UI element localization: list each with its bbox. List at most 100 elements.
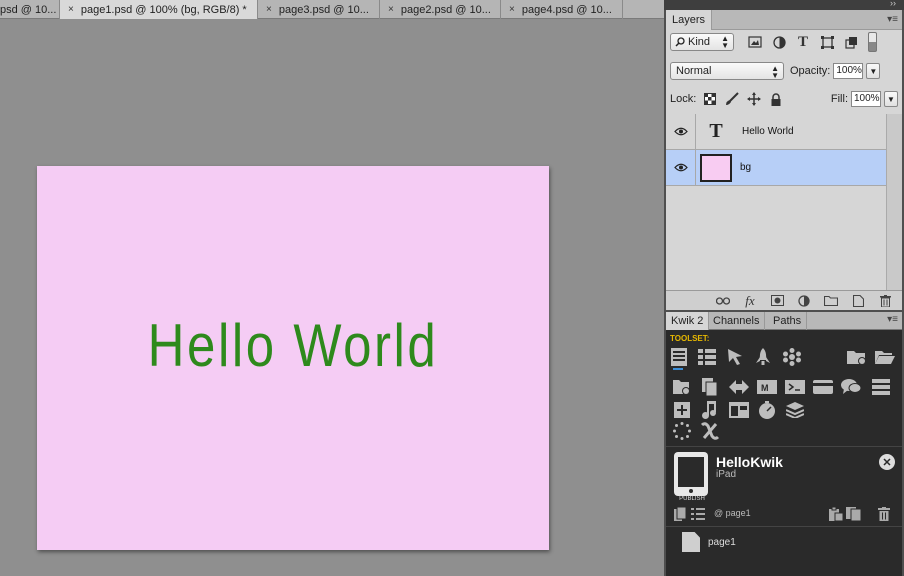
image-filter-icon[interactable] [746,33,764,51]
blend-row: Normal ▲ ▼ Opacity: 100% ▼ [670,62,898,80]
tab-kwik-2[interactable]: Kwik 2 [666,312,710,330]
loading-dots-icon[interactable] [671,420,693,442]
project-block: PUBLISH HelloKwik iPad ✕ [666,448,902,504]
folder-clock-icon[interactable] [846,346,868,368]
collapse-dock-icon[interactable]: ›› [890,0,896,8]
tab-channels[interactable]: Channels [708,312,766,330]
music-icon[interactable] [699,399,721,421]
publish-label[interactable]: PUBLISH [674,496,710,502]
physics-toolset-icon[interactable] [781,346,803,368]
ipad-icon[interactable] [674,452,708,496]
artboard[interactable]: Hello World [37,166,549,550]
close-tab-icon[interactable]: × [266,4,272,15]
page-list-item[interactable]: page1 [682,532,736,552]
eye-icon[interactable] [666,113,696,150]
database-icon[interactable] [870,376,892,398]
video-icon[interactable]: M [756,376,778,398]
web-view-icon[interactable] [728,399,750,421]
layer-row-bg[interactable]: bg [666,149,886,186]
chevron-updown-icon: ▲ ▼ [771,64,779,80]
doc-tab-page1[interactable]: × page1.psd @ 100% (bg, RGB/8) * [60,0,258,19]
close-tab-icon[interactable]: × [509,4,515,15]
doc-tab-page4[interactable]: × page4.psd @ 10... [501,0,623,19]
new-layer-icon[interactable] [849,293,867,309]
text-layer-thumbnail-icon: T [709,120,723,142]
layers-stack-icon[interactable] [784,399,806,421]
page-toolset-icon[interactable] [668,346,690,368]
filter-kind-label: Kind [688,36,711,48]
folder-open-icon[interactable] [874,346,896,368]
chat-bubbles-icon[interactable] [840,376,862,398]
project-name: HelloKwik [716,454,783,470]
variable-x-icon[interactable] [699,420,721,442]
layers-panel-tabs: Layers ▾≡ [666,10,902,30]
kwik-divider [666,446,902,447]
kwik-page-list: page1 [666,528,902,576]
doc-tab-page3[interactable]: × page3.psd @ 10... [258,0,380,19]
hello-world-text-layer[interactable]: Hello World [75,311,510,380]
ipad-home-button [689,489,693,493]
page-list-view-icon[interactable] [690,506,706,522]
layer-filter-row: Kind ▲ ▼ T [670,32,898,52]
fill-label: Fill: [830,93,848,105]
terminal-icon[interactable] [784,376,806,398]
add-mask-icon[interactable] [768,293,786,309]
doc-tab-page2[interactable]: × page2.psd @ 10... [380,0,501,19]
pointer-toolset-icon[interactable] [724,346,746,368]
shape-filter-icon[interactable] [818,33,836,51]
close-project-icon[interactable]: ✕ [879,454,895,470]
page-thumbnail-view-icon[interactable] [672,506,688,522]
page-clock-icon[interactable] [671,376,693,398]
opacity-dropdown-button[interactable]: ▼ [866,63,881,79]
opacity-label: Opacity: [790,65,831,77]
close-tab-icon[interactable]: × [68,4,74,15]
doc-tab-0[interactable]: psd @ 10... [0,0,60,19]
timer-icon[interactable] [756,399,778,421]
document-copy-icon[interactable] [699,376,721,398]
rocket-toolset-icon[interactable] [752,346,774,368]
code-icon[interactable] [728,376,750,398]
delete-layer-icon[interactable] [876,293,894,309]
kwik-panel: Kwik 2 Channels Paths ▾≡ TOOLSET: M PUBL… [666,312,902,576]
type-filter-icon[interactable]: T [794,33,812,51]
lock-image-pixels-icon[interactable] [724,91,740,107]
toolset-label: TOOLSET: [670,334,710,343]
smart-object-filter-icon[interactable] [842,33,860,51]
link-layers-icon[interactable] [714,293,732,309]
fill-input[interactable]: 100% [851,91,881,107]
lock-position-icon[interactable] [746,91,762,107]
page-toolbar: @ page1 [666,506,902,524]
blend-mode-select[interactable]: Normal ▲ ▼ [670,62,784,80]
add-page-icon[interactable] [671,399,693,421]
fx-icon[interactable]: fx [741,293,759,309]
tab-layers[interactable]: Layers [666,10,713,30]
lock-all-icon[interactable] [768,91,784,107]
delete-page-icon[interactable] [876,506,892,522]
grid-toolset-icon[interactable] [696,346,718,368]
close-tab-icon[interactable]: × [388,4,394,15]
paste-page-icon[interactable] [828,506,844,522]
canvas-area[interactable]: Hello World [0,19,664,576]
lock-transparent-pixels-icon[interactable] [702,91,718,107]
layer-list-scrollbar[interactable] [886,114,902,290]
filter-toggle-switch[interactable] [868,32,877,52]
panel-menu-icon[interactable]: ▾≡ [887,314,898,325]
doc-tab-label: page4.psd @ 10... [521,3,612,16]
layer-name: bg [740,162,752,173]
doc-tab-label: page2.psd @ 10... [400,3,491,16]
opacity-input[interactable]: 100% [833,63,864,79]
new-group-icon[interactable] [822,293,840,309]
adjustment-layer-icon[interactable] [795,293,813,309]
fill-dropdown-button[interactable]: ▼ [884,91,898,107]
tab-paths[interactable]: Paths [768,312,808,330]
filter-kind-select[interactable]: Kind ▲ ▼ [670,33,734,51]
layer-row-hello-world[interactable]: T Hello World [666,113,886,150]
adjustment-filter-icon[interactable] [770,33,788,51]
lock-row: Lock: Fill: 100% ▼ [670,90,898,108]
panel-menu-icon[interactable]: ▾≡ [887,14,898,25]
credit-card-icon[interactable] [812,376,834,398]
right-dock: ›› Layers ▾≡ Kind ▲ ▼ T Normal ▲ ▼ Opaci… [664,0,904,576]
eye-icon[interactable] [666,149,696,186]
chevron-updown-icon: ▲ ▼ [721,34,729,50]
duplicate-page-icon[interactable] [846,506,862,522]
